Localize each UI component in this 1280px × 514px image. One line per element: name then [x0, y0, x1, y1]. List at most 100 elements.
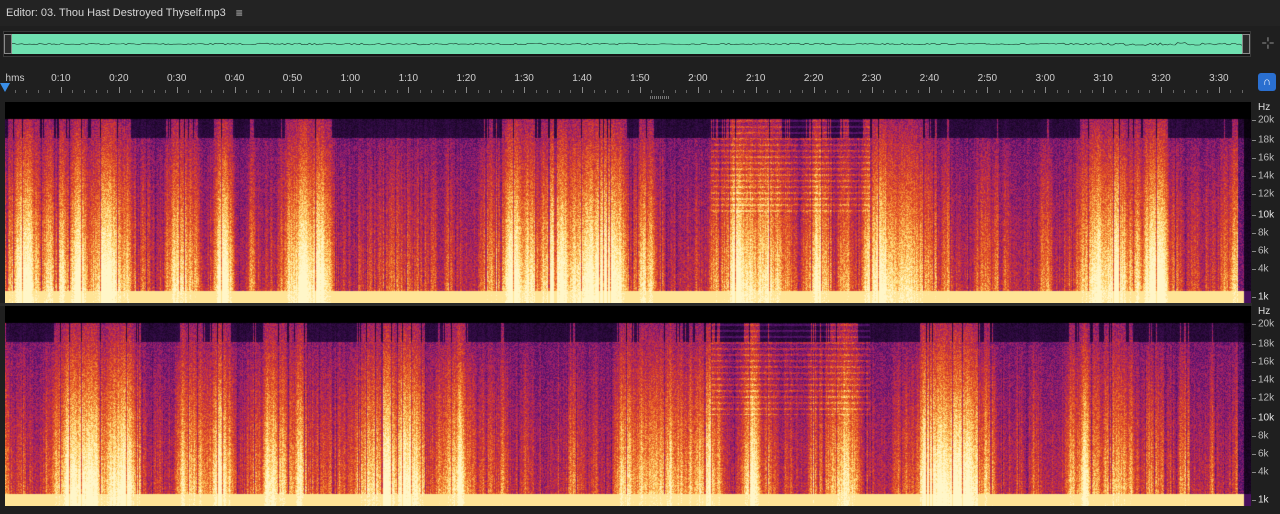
- ruler-time-label: 1:00: [340, 73, 361, 84]
- panel-divider-grip[interactable]: [650, 96, 670, 99]
- hz-tick: [1252, 176, 1256, 178]
- ruler-minor-tick: [848, 90, 850, 93]
- hz-tick: [1252, 418, 1256, 419]
- magnet-snap-icon[interactable]: ∩: [1258, 73, 1276, 91]
- ruler-minor-tick: [836, 90, 838, 93]
- ruler-major-tick: [987, 87, 989, 93]
- ruler-minor-tick: [14, 90, 16, 93]
- ruler-major-tick: [118, 87, 120, 93]
- hz-label: 4k: [1258, 263, 1269, 275]
- ruler-minor-tick: [165, 90, 167, 93]
- ruler-time-label: 0:10: [51, 73, 71, 84]
- hz-label: 18k: [1258, 134, 1275, 146]
- ruler-minor-tick: [767, 90, 769, 93]
- ruler-minor-tick: [558, 90, 560, 93]
- ruler-minor-tick: [952, 90, 954, 93]
- ruler-time-label: 3:20: [1151, 73, 1171, 84]
- ruler-minor-tick: [84, 90, 86, 93]
- ruler-time-label: 2:30: [861, 73, 882, 84]
- ruler-minor-tick: [998, 90, 1000, 93]
- ruler-minor-tick: [419, 90, 421, 93]
- ruler-major-tick: [234, 87, 236, 93]
- spectral-channel-right[interactable]: [5, 306, 1251, 506]
- ruler-minor-tick: [663, 90, 665, 93]
- zoom-navigator-icon[interactable]: ⊹: [1258, 34, 1278, 54]
- ruler-minor-tick: [1126, 90, 1128, 93]
- overview-visible-range[interactable]: [7, 34, 1247, 54]
- hz-unit-label: Hz: [1258, 306, 1271, 317]
- ruler-minor-tick: [269, 90, 271, 93]
- ruler-major-tick: [350, 87, 352, 93]
- hz-label: 1k: [1258, 494, 1269, 506]
- hz-tick: [1252, 362, 1256, 363]
- ruler-minor-tick: [1207, 90, 1209, 93]
- ruler-minor-tick: [1195, 90, 1197, 93]
- hz-tick: [1252, 250, 1256, 252]
- waveform-overview[interactable]: [3, 31, 1251, 57]
- ruler-minor-tick: [906, 90, 908, 93]
- ruler-minor-tick: [1091, 90, 1093, 93]
- ruler-minor-tick: [107, 90, 109, 93]
- time-ruler[interactable]: hms 0:10 0:20 0:30 0:40 0:50 1:00 1:10 1:20 1:30…: [3, 71, 1251, 93]
- hz-tick: [1252, 324, 1256, 325]
- ruler-major-tick: [813, 87, 815, 93]
- overview-left-handle[interactable]: [4, 34, 12, 54]
- ruler-minor-tick: [732, 90, 734, 93]
- ruler-major-tick: [60, 87, 62, 93]
- ruler-minor-tick: [49, 90, 51, 93]
- editor-title: Editor: 03. Thou Hast Destroyed Thyself.…: [6, 7, 226, 19]
- ruler-minor-tick: [257, 90, 259, 93]
- ruler-time-label: 2:20: [803, 73, 824, 84]
- ruler-minor-tick: [570, 90, 572, 93]
- ruler-major-tick: [524, 87, 526, 93]
- hz-tick: [1252, 120, 1256, 122]
- hz-label: 20k: [1258, 114, 1275, 126]
- ruler-major-tick: [176, 87, 178, 93]
- ruler-time-label: 0:40: [224, 73, 245, 84]
- ruler-minor-tick: [95, 90, 97, 93]
- playhead-marker[interactable]: [0, 83, 10, 92]
- ruler-time-label: 3:00: [1035, 73, 1055, 84]
- hz-tick: [1252, 158, 1256, 160]
- ruler-minor-tick: [1184, 90, 1186, 93]
- ruler-minor-tick: [1242, 90, 1244, 93]
- hz-label: 8k: [1258, 430, 1269, 442]
- hz-label: 12k: [1258, 188, 1275, 200]
- ruler-minor-tick: [1010, 90, 1012, 93]
- hz-label: 14k: [1258, 170, 1275, 182]
- ruler-time-label: 2:40: [919, 73, 940, 84]
- ruler-minor-tick: [373, 90, 375, 93]
- ruler-minor-tick: [211, 90, 213, 93]
- overview-right-handle[interactable]: [1242, 34, 1250, 54]
- spectral-channel-left[interactable]: [5, 102, 1251, 303]
- hz-tick: [1252, 500, 1256, 501]
- hz-label: 14k: [1258, 374, 1275, 386]
- ruler-minor-tick: [304, 90, 306, 93]
- ruler-minor-tick: [1230, 90, 1232, 93]
- hamburger-menu-icon[interactable]: ≡: [236, 6, 243, 20]
- ruler-major-tick: [292, 87, 294, 93]
- ruler-minor-tick: [859, 90, 861, 93]
- ruler-minor-tick: [1068, 90, 1070, 93]
- hz-tick: [1252, 194, 1256, 196]
- ruler-minor-tick: [1033, 90, 1035, 93]
- hz-label: 10k: [1258, 209, 1275, 221]
- hz-label: 10k: [1258, 412, 1275, 424]
- ruler-minor-tick: [535, 90, 537, 93]
- ruler-minor-tick: [1114, 90, 1116, 93]
- hz-tick: [1252, 472, 1256, 473]
- ruler-time-label: 2:00: [688, 73, 708, 84]
- hz-tick: [1252, 436, 1256, 437]
- ruler-minor-tick: [500, 90, 502, 93]
- hz-tick: [1252, 454, 1256, 455]
- hz-label: 6k: [1258, 245, 1269, 257]
- ruler-minor-tick: [628, 90, 630, 93]
- ruler-time-label: 1:20: [456, 73, 476, 84]
- hz-label: 20k: [1258, 318, 1275, 330]
- hz-label: 18k: [1258, 338, 1275, 350]
- ruler-minor-tick: [141, 90, 143, 93]
- ruler-time-label: 3:30: [1209, 73, 1229, 84]
- ruler-minor-tick: [1022, 90, 1024, 93]
- hz-tick: [1252, 296, 1256, 298]
- ruler-minor-tick: [188, 90, 190, 93]
